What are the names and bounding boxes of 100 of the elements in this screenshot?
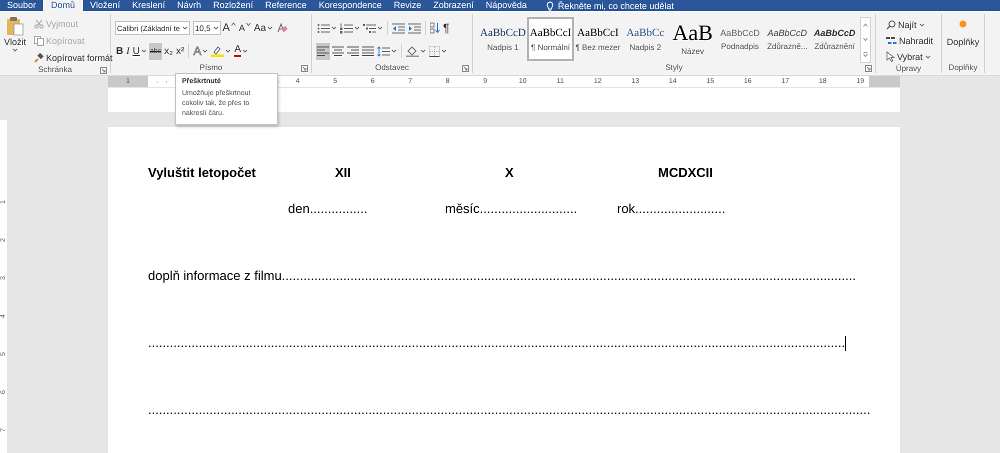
caret-icon: [182, 26, 188, 30]
style-gallery-item[interactable]: AaBbCcD Podnadpis: [716, 17, 764, 61]
caret-icon: [420, 49, 426, 53]
caret-icon: [918, 22, 925, 26]
caret-up-icon: [863, 23, 868, 28]
italic-button[interactable]: I: [125, 42, 131, 60]
expand-gallery-icon: [863, 52, 868, 57]
style-gallery-item[interactable]: AaB Název: [668, 17, 716, 61]
bold-button[interactable]: B: [115, 42, 124, 60]
dialog-launcher-icon: [100, 67, 107, 74]
style-gallery-item[interactable]: AaBbCcI ¶ Normální: [526, 17, 574, 61]
caret-down-icon: [863, 37, 868, 42]
superscript-button[interactable]: x²: [175, 42, 186, 60]
ribbon-tab[interactable]: Domů: [43, 0, 84, 11]
paste-button[interactable]: Vložit: [2, 14, 28, 62]
caret-icon: [225, 49, 232, 53]
brush-icon: [34, 52, 44, 62]
line-spacing-icon: [377, 46, 390, 56]
gallery-scrollbar[interactable]: [860, 17, 871, 63]
paint-bucket-icon: [406, 45, 419, 57]
fill-in-line: ........................................................................................................................................................................................................: [148, 402, 870, 418]
group-label: Písmo: [200, 63, 222, 73]
group-label: Odstavec: [375, 63, 409, 73]
caret-icon: [12, 48, 18, 52]
dialog-launcher-icon: [462, 65, 469, 72]
document-text: X: [505, 165, 515, 181]
caret-icon: [267, 26, 274, 30]
replace-button[interactable]: Nahradit: [884, 33, 936, 48]
clipboard-icon: [6, 16, 24, 36]
ribbon-tab[interactable]: Vložení: [85, 0, 126, 11]
caret-up-icon: [230, 22, 236, 26]
decrease-indent-icon: [392, 22, 405, 34]
scissors-icon: [34, 18, 44, 28]
group-label: Styly: [665, 63, 683, 73]
style-gallery-item[interactable]: AaBbCc Nadpis 2: [622, 17, 669, 61]
fill-in-line: měsíc...........................: [445, 201, 578, 217]
document-text: Vyluštit letopočet: [148, 165, 257, 181]
ribbon-tab[interactable]: Revize: [388, 0, 426, 11]
subscript-button[interactable]: x₂: [163, 42, 174, 60]
bullets-icon: [317, 22, 330, 34]
replace-icon: [886, 36, 897, 46]
style-gallery-item[interactable]: AaBbCcD Nadpis 1: [479, 17, 527, 61]
align-left-button[interactable]: [316, 42, 330, 60]
ribbon-tab[interactable]: Korespondence: [314, 0, 387, 11]
shrink-font-button[interactable]: A: [238, 20, 252, 36]
format-painter-button[interactable]: Kopírovat formát: [32, 50, 115, 65]
document-text: MCDXCII: [658, 165, 714, 181]
copy-icon: [34, 36, 44, 46]
caret-icon: [242, 49, 248, 53]
multilevel-list-icon: [363, 22, 376, 34]
font-color-button[interactable]: A: [233, 42, 250, 60]
ribbon-tab[interactable]: Reference: [260, 0, 312, 11]
style-gallery-item[interactable]: AaBbCcD Zdůraznění: [810, 17, 858, 61]
caret-icon: [202, 49, 208, 53]
grow-font-button[interactable]: A: [222, 20, 237, 36]
clear-formatting-icon: [276, 22, 288, 34]
tell-me-search[interactable]: Řekněte mi, co chcete udělat: [546, 0, 674, 11]
align-center-icon: [332, 46, 344, 56]
ribbon-tab[interactable]: Zobrazení: [428, 0, 479, 11]
show-marks-button[interactable]: ¶: [442, 20, 450, 36]
ribbon-tab[interactable]: Návrh: [172, 0, 206, 11]
caret-icon: [924, 54, 931, 58]
pointer-icon: [886, 51, 895, 62]
group-label: Doplňky: [948, 63, 978, 73]
sort-icon: [430, 22, 440, 34]
ribbon-tab[interactable]: Rozložení: [208, 0, 258, 11]
borders-icon: [429, 46, 440, 56]
find-button[interactable]: Najít: [884, 17, 927, 32]
search-icon: [886, 20, 896, 30]
add-ins-button[interactable]: Doplňky: [944, 14, 982, 47]
sort-button[interactable]: [429, 20, 441, 36]
fill-in-line: doplň informace z filmu...............................................................................................................................................................: [148, 268, 856, 284]
add-ins-icon: [959, 20, 967, 28]
fill-in-line: den................: [288, 201, 368, 217]
select-button[interactable]: Vybrat: [884, 49, 933, 64]
ribbon-tab[interactable]: Soubor: [2, 0, 42, 11]
justify-icon: [362, 46, 374, 56]
caret-down-icon: [246, 22, 251, 26]
fill-in-line: rok.........................: [617, 201, 726, 217]
caret-icon: [354, 26, 360, 30]
ruler-margin: [869, 76, 900, 87]
underline-button[interactable]: U: [132, 42, 148, 60]
change-case-button[interactable]: Aa: [252, 20, 274, 36]
font-size-field[interactable]: 10,5: [192, 21, 221, 35]
caret-icon: [377, 26, 383, 30]
document-text: XII: [335, 165, 352, 181]
dialog-launcher-icon: [301, 65, 308, 72]
group-label: Schránka: [38, 65, 72, 75]
align-left-icon: [317, 46, 329, 56]
caret-icon: [391, 49, 397, 53]
ribbon-tab[interactable]: Kreslení: [127, 0, 170, 11]
style-gallery-item[interactable]: AaBbCcD Zdůrazně...: [764, 17, 811, 61]
increase-indent-icon: [408, 22, 421, 34]
caret-icon: [331, 26, 337, 30]
highlighter-icon: [211, 45, 224, 57]
numbering-icon: [340, 22, 353, 34]
ribbon-tab[interactable]: Nápověda: [480, 0, 532, 11]
group-label: Úpravy: [896, 64, 922, 74]
style-gallery-item[interactable]: AaBbCcI ¶ Bez mezer: [574, 17, 622, 61]
dialog-launcher-icon: [865, 65, 872, 72]
